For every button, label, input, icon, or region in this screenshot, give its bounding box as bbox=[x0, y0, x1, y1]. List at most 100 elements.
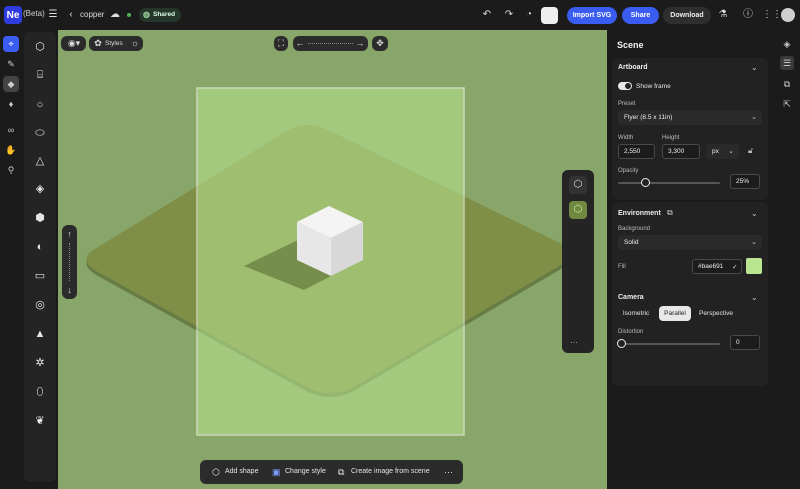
select-tool-icon[interactable]: ⌖ bbox=[3, 36, 19, 52]
unit-value: px bbox=[712, 148, 719, 155]
distortion-slider[interactable] bbox=[618, 343, 720, 345]
background-value: Solid bbox=[624, 239, 639, 246]
import-svg-button[interactable]: Import SVG bbox=[567, 7, 617, 24]
fit-view-button[interactable]: ⛶ bbox=[274, 36, 288, 51]
opacity-label: Opacity bbox=[618, 168, 639, 174]
left-rail: ⌖ ✎ ◆ ♦ ∞ ✋ ⚲ bbox=[0, 30, 22, 489]
assets-icon[interactable]: ⧉ bbox=[780, 77, 794, 91]
cone-shape-icon[interactable]: △ bbox=[28, 150, 52, 172]
add-shape-button[interactable]: Add shape bbox=[225, 460, 258, 484]
cube-shape-icon[interactable]: ⬡ bbox=[28, 36, 52, 58]
styles-menu[interactable]: ✿ Styles ☼ bbox=[89, 36, 143, 51]
show-frame-toggle[interactable] bbox=[618, 82, 632, 90]
distortion-label: Distortion bbox=[618, 329, 644, 335]
distortion-slider-thumb[interactable] bbox=[617, 339, 626, 348]
rotate-left-icon[interactable]: ← bbox=[295, 36, 305, 50]
camera-settings-button[interactable]: ✥ bbox=[372, 36, 388, 51]
artboard-section: Artboard ⌄ Show frame Preset Flyer (8.5 … bbox=[612, 58, 768, 200]
share-button[interactable]: Share bbox=[622, 7, 659, 24]
profile-avatar[interactable] bbox=[781, 8, 795, 22]
app-logo[interactable]: Ne bbox=[4, 6, 22, 24]
camera-mode-isometric[interactable]: Isometric bbox=[618, 306, 654, 321]
shared-badge[interactable]: Shared bbox=[139, 8, 182, 22]
redo-icon[interactable]: ↷ bbox=[503, 8, 515, 22]
styles-label: Styles bbox=[105, 40, 123, 47]
paint-tool-icon[interactable]: ♦ bbox=[3, 96, 19, 112]
preset-select[interactable]: Flyer (8.5 x 11in) ⌄ bbox=[618, 110, 762, 125]
layers-icon[interactable]: ◈ bbox=[780, 37, 794, 51]
camera-menu[interactable]: ◉▾ bbox=[61, 36, 86, 51]
help-icon[interactable]: ⓘ bbox=[742, 8, 754, 22]
cylinder-shape-icon[interactable]: ⌸ bbox=[28, 64, 52, 86]
light-icon[interactable]: ☼ bbox=[130, 36, 140, 50]
export-icon[interactable]: ⇱ bbox=[780, 97, 794, 111]
more-options-icon[interactable]: ··· bbox=[570, 338, 578, 347]
scene-canvas[interactable]: ◉▾ ✿ Styles ☼ ⛶ ← → ✥ ↑ ↓ bbox=[58, 30, 607, 489]
right-rail: ◈ ☰ ⧉ ⇱ bbox=[773, 30, 800, 489]
beta-label: (Beta) bbox=[23, 9, 45, 18]
sync-status-dot bbox=[127, 13, 131, 17]
bottom-action-bar: ⬡ Add shape ▣ Change style ⧉ Create imag… bbox=[200, 460, 463, 484]
shapes-tool-icon[interactable]: ◆ bbox=[3, 76, 19, 92]
pyramid-shape-icon[interactable]: ▲ bbox=[28, 323, 52, 345]
confirm-check-icon[interactable]: ✓ bbox=[732, 263, 737, 271]
zoom-tool-icon[interactable]: ⚲ bbox=[3, 162, 19, 178]
more-actions-button[interactable]: ··· bbox=[444, 460, 453, 484]
torus-shape-icon[interactable]: ◐ bbox=[28, 236, 52, 258]
external-link-icon[interactable]: ⧉ bbox=[667, 208, 673, 218]
vertical-ruler[interactable] bbox=[69, 243, 70, 281]
drop-shape-icon[interactable]: ◈ bbox=[28, 178, 52, 200]
opacity-slider[interactable] bbox=[618, 182, 720, 184]
background-select[interactable]: Solid ⌄ bbox=[618, 235, 762, 250]
ring-shape-icon[interactable]: ◎ bbox=[28, 294, 52, 316]
apps-grid-icon[interactable]: ⋮⋮ bbox=[762, 8, 782, 22]
rotation-ruler[interactable] bbox=[308, 43, 353, 44]
change-style-button[interactable]: Change style bbox=[285, 460, 326, 484]
height-field[interactable]: 3,300 bbox=[662, 144, 700, 159]
opacity-field[interactable]: 25% bbox=[730, 174, 760, 189]
rotate-down-icon[interactable]: ↓ bbox=[62, 283, 77, 297]
unit-select[interactable]: px ⌄ bbox=[706, 144, 739, 159]
capsule-shape-icon[interactable]: ⬭ bbox=[28, 122, 52, 144]
collapse-chevron-icon[interactable]: ⌄ bbox=[751, 63, 758, 72]
lab-flask-icon[interactable]: ⚗ bbox=[717, 8, 729, 22]
camera-settings-icon: ✥ bbox=[376, 38, 384, 48]
create-image-button[interactable]: Create image from scene bbox=[351, 460, 430, 484]
camera-mode-perspective[interactable]: Perspective bbox=[696, 306, 736, 321]
opacity-slider-thumb[interactable] bbox=[641, 178, 650, 187]
orbit-tool-icon[interactable]: ∞ bbox=[3, 122, 19, 138]
distortion-field[interactable]: 0 bbox=[730, 335, 760, 350]
horizontal-rotation-control[interactable]: ← → bbox=[293, 36, 368, 51]
artboard-title: Artboard bbox=[618, 64, 648, 71]
document-name[interactable]: copper bbox=[80, 10, 104, 19]
properties-icon[interactable]: ☰ bbox=[780, 56, 794, 70]
star-shape-icon[interactable]: ✲ bbox=[28, 352, 52, 374]
folder-shape-icon[interactable]: ▭ bbox=[28, 265, 52, 287]
collapse-chevron-icon[interactable]: ⌄ bbox=[751, 209, 758, 218]
rotate-right-icon[interactable]: → bbox=[355, 36, 365, 50]
camera-mode-parallel[interactable]: Parallel bbox=[659, 306, 691, 321]
timer-icon[interactable]: ◔ bbox=[523, 8, 535, 22]
egg-shape-icon[interactable]: ⬯ bbox=[28, 381, 52, 403]
menu-icon[interactable]: ☰ bbox=[47, 8, 59, 22]
change-style-icon: ▣ bbox=[272, 467, 281, 477]
collapse-chevron-icon[interactable]: ⌄ bbox=[751, 293, 758, 302]
back-chevron-icon[interactable]: ‹ bbox=[66, 8, 76, 22]
pen-tool-icon[interactable]: ✎ bbox=[3, 56, 19, 72]
leaf-shape-icon[interactable]: ❦ bbox=[28, 410, 52, 432]
scene-cube-icon[interactable]: ⬡ bbox=[569, 201, 587, 219]
box-shape-icon[interactable]: ⬢ bbox=[28, 207, 52, 229]
rotate-up-icon[interactable]: ↑ bbox=[62, 227, 77, 241]
user-avatar[interactable] bbox=[541, 7, 558, 24]
lock-ratio-icon[interactable]: 🔓︎ bbox=[748, 146, 753, 156]
sphere-shape-icon[interactable]: ○ bbox=[28, 94, 52, 116]
download-button[interactable]: Download bbox=[663, 7, 711, 24]
undo-icon[interactable]: ↶ bbox=[481, 8, 493, 22]
vertical-rotation-control[interactable]: ↑ ↓ bbox=[62, 225, 77, 299]
hand-tool-icon[interactable]: ✋ bbox=[3, 142, 19, 158]
fill-color-swatch[interactable] bbox=[746, 258, 762, 274]
environment-title: Environment bbox=[618, 210, 661, 217]
object-cube-icon[interactable]: ⬡ bbox=[569, 176, 587, 194]
width-field[interactable]: 2,550 bbox=[618, 144, 655, 159]
object-view-panel: ⬡ ⬡ ··· bbox=[562, 170, 594, 353]
